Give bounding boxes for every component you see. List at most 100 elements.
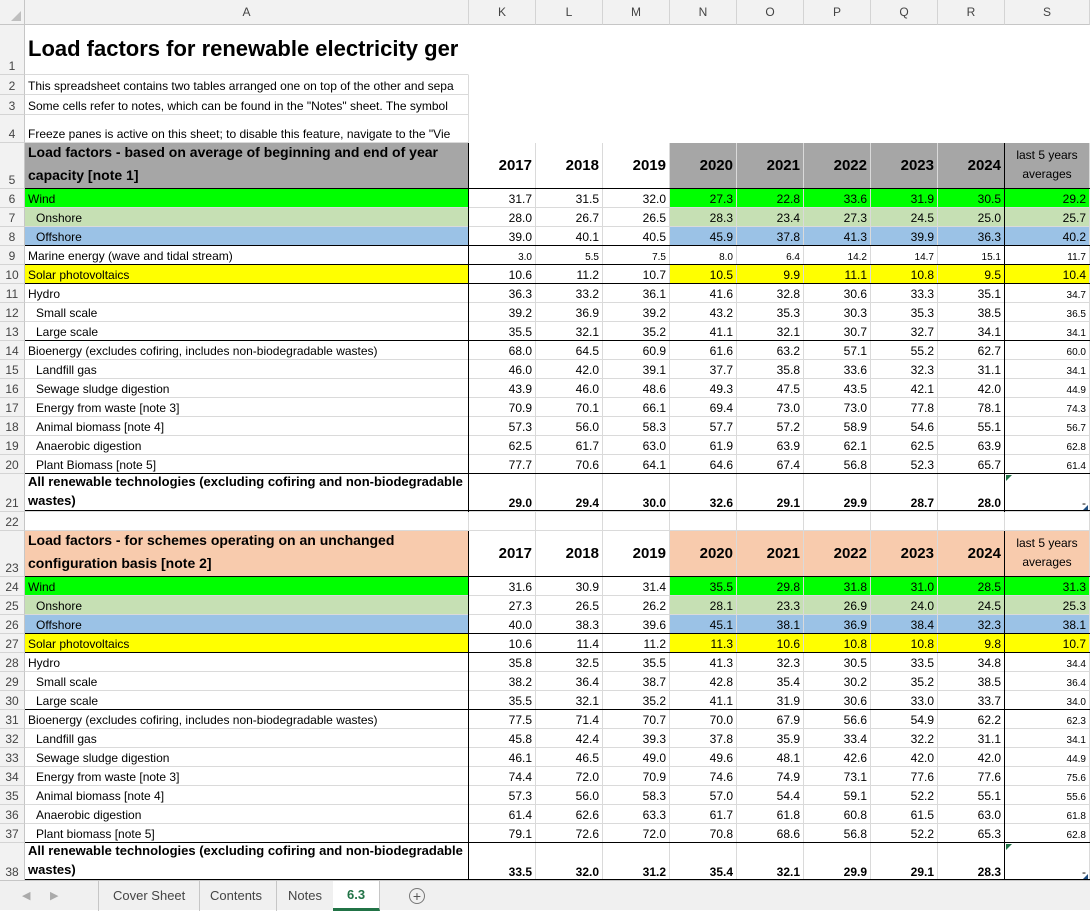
value-cell[interactable]: 9.5: [938, 265, 1005, 284]
value-cell[interactable]: 54.6: [871, 417, 938, 436]
value-cell[interactable]: 15.1: [938, 246, 1005, 265]
value-cell[interactable]: 42.0: [871, 748, 938, 767]
value-cell[interactable]: 35.1: [938, 284, 1005, 303]
value-cell[interactable]: 28.0: [469, 208, 536, 227]
value-cell[interactable]: 39.9: [871, 227, 938, 246]
avg-value-cell[interactable]: 34.7: [1005, 284, 1090, 303]
value-cell[interactable]: 37.7: [670, 360, 737, 379]
value-cell[interactable]: 57.2: [737, 417, 804, 436]
avg-value-cell[interactable]: 25.7: [1005, 208, 1090, 227]
column-header-N[interactable]: N: [670, 0, 737, 25]
value-cell[interactable]: 35.2: [603, 322, 670, 341]
value-cell[interactable]: 10.8: [871, 634, 938, 653]
value-cell[interactable]: 32.2: [871, 729, 938, 748]
value-cell[interactable]: 54.9: [871, 710, 938, 729]
sheet-tab-contents[interactable]: Contents: [196, 881, 278, 911]
avg-value-cell[interactable]: 61.4: [1005, 455, 1090, 474]
value-cell[interactable]: 39.2: [469, 303, 536, 322]
empty-cell[interactable]: [804, 95, 871, 115]
avg-value-cell[interactable]: 56.7: [1005, 417, 1090, 436]
value-cell[interactable]: 60.8: [804, 805, 871, 824]
total-value-cell[interactable]: 28.0: [938, 474, 1005, 512]
value-cell[interactable]: 55.1: [938, 786, 1005, 805]
value-cell[interactable]: 35.8: [469, 653, 536, 672]
value-cell[interactable]: 77.8: [871, 398, 938, 417]
value-cell[interactable]: 31.0: [871, 577, 938, 596]
empty-cell[interactable]: [25, 512, 469, 531]
empty-cell[interactable]: [469, 25, 536, 75]
empty-cell[interactable]: [938, 115, 1005, 143]
empty-cell[interactable]: [871, 25, 938, 75]
avg-value-cell[interactable]: 44.9: [1005, 748, 1090, 767]
total-value-cell[interactable]: 35.4: [670, 843, 737, 880]
value-cell[interactable]: 61.6: [670, 341, 737, 360]
value-cell[interactable]: 38.7: [603, 672, 670, 691]
value-cell[interactable]: 31.7: [469, 189, 536, 208]
value-cell[interactable]: 62.7: [938, 341, 1005, 360]
value-cell[interactable]: 38.1: [737, 615, 804, 634]
row-header[interactable]: 11: [0, 284, 25, 303]
value-cell[interactable]: 64.6: [670, 455, 737, 474]
column-header-R[interactable]: R: [938, 0, 1005, 25]
row-header[interactable]: 6: [0, 189, 25, 208]
avg-value-cell[interactable]: 40.2: [1005, 227, 1090, 246]
value-cell[interactable]: 61.9: [670, 436, 737, 455]
value-cell[interactable]: 11.1: [804, 265, 871, 284]
value-cell[interactable]: 62.1: [804, 436, 871, 455]
row-header[interactable]: 25: [0, 596, 25, 615]
value-cell[interactable]: 43.9: [469, 379, 536, 398]
value-cell[interactable]: 56.8: [804, 455, 871, 474]
value-cell[interactable]: 25.0: [938, 208, 1005, 227]
row-header[interactable]: 4: [0, 115, 25, 143]
value-cell[interactable]: 24.5: [938, 596, 1005, 615]
value-cell[interactable]: 64.5: [536, 341, 603, 360]
avg-value-cell[interactable]: 62.3: [1005, 710, 1090, 729]
value-cell[interactable]: 42.0: [536, 360, 603, 379]
row-header[interactable]: 30: [0, 691, 25, 710]
value-cell[interactable]: 8.0: [670, 246, 737, 265]
avg-value-cell[interactable]: 10.7: [1005, 634, 1090, 653]
value-cell[interactable]: 77.7: [469, 455, 536, 474]
row-header[interactable]: 35: [0, 786, 25, 805]
value-cell[interactable]: 42.8: [670, 672, 737, 691]
row-header[interactable]: 8: [0, 227, 25, 246]
empty-cell[interactable]: [603, 25, 670, 75]
value-cell[interactable]: 10.8: [804, 634, 871, 653]
empty-cell[interactable]: [871, 115, 938, 143]
value-cell[interactable]: 68.0: [469, 341, 536, 360]
value-cell[interactable]: 31.9: [871, 189, 938, 208]
total-value-cell[interactable]: 32.6: [670, 474, 737, 512]
value-cell[interactable]: 70.0: [670, 710, 737, 729]
row-header[interactable]: 26: [0, 615, 25, 634]
value-cell[interactable]: 61.7: [536, 436, 603, 455]
total-value-cell[interactable]: 29.1: [871, 843, 938, 880]
value-cell[interactable]: 32.3: [737, 653, 804, 672]
value-cell[interactable]: 52.2: [871, 824, 938, 843]
value-cell[interactable]: 33.7: [938, 691, 1005, 710]
total-value-cell[interactable]: 29.0: [469, 474, 536, 512]
sheet-tab-6-3[interactable]: 6.3: [333, 881, 381, 911]
value-cell[interactable]: 30.9: [536, 577, 603, 596]
sheet-tab-cover-sheet[interactable]: Cover Sheet: [98, 881, 201, 911]
row-header[interactable]: 18: [0, 417, 25, 436]
value-cell[interactable]: 52.3: [871, 455, 938, 474]
value-cell[interactable]: 46.0: [469, 360, 536, 379]
value-cell[interactable]: 40.1: [536, 227, 603, 246]
value-cell[interactable]: 77.6: [938, 767, 1005, 786]
value-cell[interactable]: 63.0: [938, 805, 1005, 824]
value-cell[interactable]: 58.3: [603, 786, 670, 805]
value-cell[interactable]: 40.0: [469, 615, 536, 634]
total-value-cell[interactable]: 33.5: [469, 843, 536, 880]
value-cell[interactable]: 34.8: [938, 653, 1005, 672]
value-cell[interactable]: 27.3: [670, 189, 737, 208]
value-cell[interactable]: 72.6: [536, 824, 603, 843]
value-cell[interactable]: 77.6: [871, 767, 938, 786]
avg-value-cell[interactable]: 34.1: [1005, 322, 1090, 341]
empty-cell[interactable]: [469, 75, 536, 95]
value-cell[interactable]: 59.1: [804, 786, 871, 805]
empty-cell[interactable]: [670, 25, 737, 75]
avg-value-cell[interactable]: 34.1: [1005, 729, 1090, 748]
row-header[interactable]: 13: [0, 322, 25, 341]
row-header[interactable]: 33: [0, 748, 25, 767]
value-cell[interactable]: 55.1: [938, 417, 1005, 436]
